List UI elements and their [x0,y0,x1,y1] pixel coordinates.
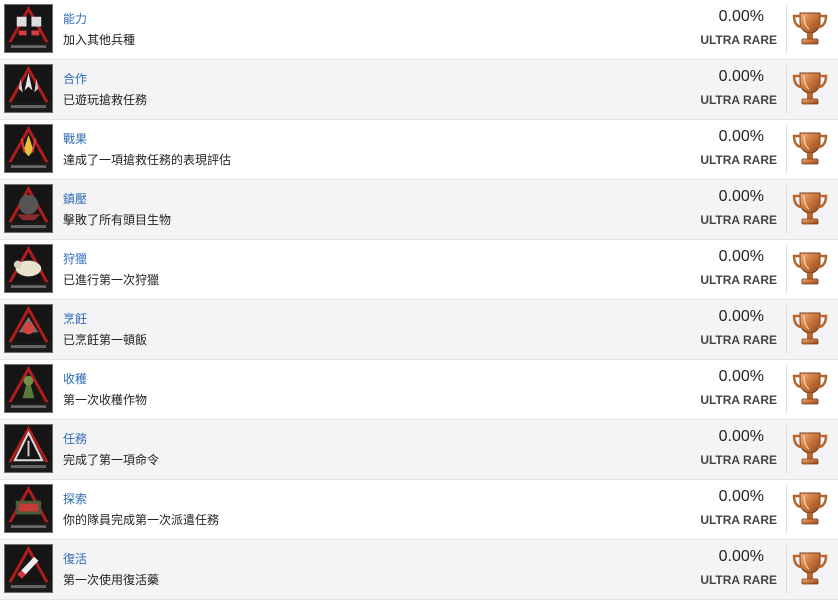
achievement-row[interactable]: 收穫 第一次收穫作物 0.00% ULTRA RARE [0,360,838,420]
achievement-title-link[interactable]: 任務 [63,430,87,447]
bronze-trophy-icon [791,309,829,349]
achievement-percent: 0.00% [718,488,764,505]
bronze-trophy-icon [791,549,829,589]
achievement-thumbnail [4,4,53,53]
bronze-trophy-icon [791,129,829,169]
row-divider [786,425,787,473]
achievement-thumbnail [4,244,53,293]
achievement-title-link[interactable]: 烹飪 [63,310,87,327]
achievement-description: 達成了一項搶救任務的表現評估 [63,153,232,167]
achievement-title-link[interactable]: 合作 [63,70,87,87]
row-divider [786,485,787,533]
achievement-rarity-badge: ULTRA RARE [700,33,777,47]
achievement-row[interactable]: 戰果 達成了一項搶救任務的表現評估 0.00% ULTRA RARE [0,120,838,180]
row-divider [786,365,787,413]
achievement-list: 能力 加入其他兵種 0.00% ULTRA RARE 合作 已遊玩搶救任務 0.… [0,0,838,600]
achievement-rarity-badge: ULTRA RARE [700,453,777,467]
achievement-percent: 0.00% [718,188,764,205]
achievement-rarity-badge: ULTRA RARE [700,333,777,347]
achievement-rarity-badge: ULTRA RARE [700,393,777,407]
achievement-title-link[interactable]: 戰果 [63,130,87,147]
row-divider [786,545,787,593]
row-divider [786,5,787,53]
achievement-percent: 0.00% [718,8,764,25]
achievement-thumbnail [4,304,53,353]
achievement-description: 擊敗了所有頭目生物 [63,213,172,227]
bronze-trophy-icon [791,489,829,529]
achievement-row[interactable]: 烹飪 已烹飪第一頓飯 0.00% ULTRA RARE [0,300,838,360]
achievement-rarity-badge: ULTRA RARE [700,573,777,587]
achievement-rarity-badge: ULTRA RARE [700,153,777,167]
achievement-rarity-badge: ULTRA RARE [700,93,777,107]
achievement-description: 已遊玩搶救任務 [63,93,148,107]
achievement-percent: 0.00% [718,128,764,145]
achievement-description: 已烹飪第一頓飯 [63,333,148,347]
achievement-row[interactable]: 復活 第一次使用復活藥 0.00% ULTRA RARE [0,540,838,600]
achievement-rarity-badge: ULTRA RARE [700,513,777,527]
achievement-row[interactable]: 探索 你的隊員完成第一次派遣任務 0.00% ULTRA RARE [0,480,838,540]
achievement-description: 加入其他兵種 [63,33,136,47]
achievement-rarity-badge: ULTRA RARE [700,273,777,287]
achievement-title-link[interactable]: 收穫 [63,370,87,387]
achievement-row[interactable]: 合作 已遊玩搶救任務 0.00% ULTRA RARE [0,60,838,120]
achievement-description: 第一次使用復活藥 [63,573,160,587]
achievement-percent: 0.00% [718,368,764,385]
achievement-thumbnail [4,424,53,473]
achievement-rarity-badge: ULTRA RARE [700,213,777,227]
bronze-trophy-icon [791,69,829,109]
row-divider [786,65,787,113]
achievement-row[interactable]: 任務 完成了第一項命令 0.00% ULTRA RARE [0,420,838,480]
achievement-percent: 0.00% [718,308,764,325]
achievement-description: 第一次收穫作物 [63,393,148,407]
row-divider [786,305,787,353]
achievement-title-link[interactable]: 復活 [63,550,87,567]
achievement-thumbnail [4,124,53,173]
achievement-thumbnail [4,484,53,533]
achievement-title-link[interactable]: 探索 [63,490,87,507]
achievement-percent: 0.00% [718,248,764,265]
achievement-description: 完成了第一項命令 [63,453,160,467]
achievement-thumbnail [4,544,53,593]
achievement-thumbnail [4,184,53,233]
achievement-row[interactable]: 鎮壓 擊敗了所有頭目生物 0.00% ULTRA RARE [0,180,838,240]
row-divider [786,125,787,173]
row-divider [786,245,787,293]
achievement-description: 已進行第一次狩獵 [63,273,160,287]
achievement-thumbnail [4,64,53,113]
achievement-title-link[interactable]: 鎮壓 [63,190,87,207]
achievement-title-link[interactable]: 狩獵 [63,250,87,267]
achievement-thumbnail [4,364,53,413]
bronze-trophy-icon [791,189,829,229]
achievement-description: 你的隊員完成第一次派遣任務 [63,513,220,527]
row-divider [786,185,787,233]
achievement-percent: 0.00% [718,548,764,565]
bronze-trophy-icon [791,249,829,289]
achievement-row[interactable]: 能力 加入其他兵種 0.00% ULTRA RARE [0,0,838,60]
achievement-row[interactable]: 狩獵 已進行第一次狩獵 0.00% ULTRA RARE [0,240,838,300]
bronze-trophy-icon [791,9,829,49]
bronze-trophy-icon [791,429,829,469]
achievement-percent: 0.00% [718,68,764,85]
bronze-trophy-icon [791,369,829,409]
achievement-percent: 0.00% [718,428,764,445]
achievement-title-link[interactable]: 能力 [63,10,87,27]
